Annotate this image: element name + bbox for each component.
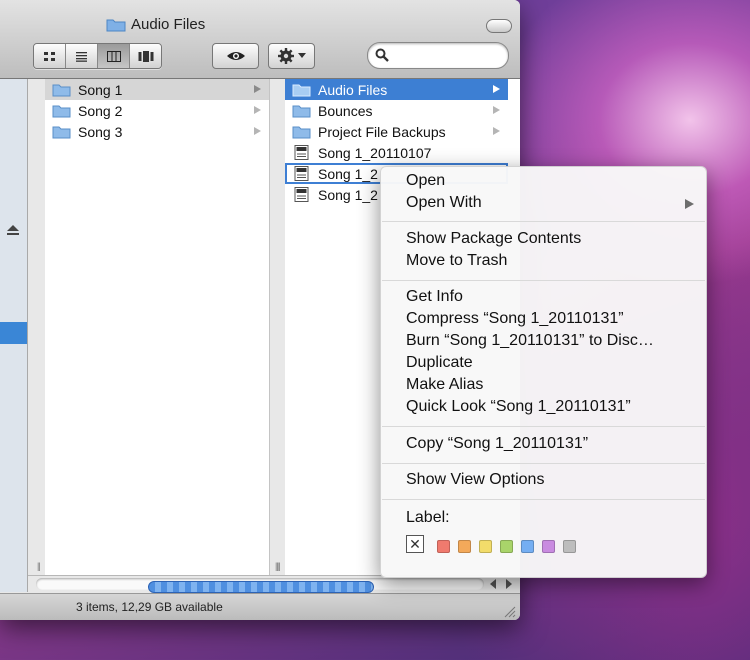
disclosure-arrow-icon: [254, 127, 261, 135]
item-label: Bounces: [318, 102, 373, 119]
folder-icon: [292, 84, 311, 97]
coverflow-icon: [138, 50, 153, 62]
menu-separator: [382, 426, 705, 427]
list-item[interactable]: Project File Backups: [285, 121, 508, 142]
menu-item-open[interactable]: Open: [406, 172, 445, 190]
list-icon: [76, 51, 87, 62]
disclosure-arrow-icon: [493, 127, 500, 135]
eject-icon[interactable]: [6, 224, 20, 236]
menu-item-compress[interactable]: Compress “Song 1_20110131”: [406, 310, 624, 328]
item-label: Project File Backups: [318, 123, 446, 140]
view-switcher: [33, 43, 162, 69]
menu-item-copy[interactable]: Copy “Song 1_20110131”: [406, 435, 588, 453]
item-label: Song 1: [78, 81, 123, 98]
item-label: Song 1_20110107: [318, 144, 432, 161]
list-view-button[interactable]: [66, 44, 98, 68]
label-color-swatch[interactable]: [500, 540, 513, 553]
window-title: Audio Files: [131, 16, 206, 33]
label-color-swatch[interactable]: [521, 540, 534, 553]
eye-icon: [226, 52, 245, 60]
toolbar: Audio Files: [0, 0, 520, 79]
list-item[interactable]: Song 3: [45, 121, 269, 142]
gear-icon: [278, 48, 294, 64]
grid-icon: [44, 51, 55, 61]
scroll-thumb[interactable]: [148, 581, 374, 593]
menu-item-burn[interactable]: Burn “Song 1_20110131” to Disc…: [406, 332, 654, 350]
label-color-swatch[interactable]: [563, 540, 576, 553]
status-bar: 3 items, 12,29 GB available: [0, 593, 520, 620]
item-label: Song 2: [78, 102, 123, 119]
context-menu: Open Open With Show Package Contents Mov…: [380, 166, 707, 578]
resize-grip-icon[interactable]: [504, 606, 516, 618]
search-icon: [375, 48, 389, 62]
disclosure-arrow-icon: [254, 85, 261, 93]
icon-view-button[interactable]: [34, 44, 66, 68]
list-item[interactable]: Song 1_20110107: [285, 142, 508, 163]
folder-icon: [52, 84, 71, 97]
folder-icon: [292, 105, 311, 118]
search-input[interactable]: [394, 47, 503, 64]
menu-item-make-alias[interactable]: Make Alias: [406, 376, 483, 394]
chevron-down-icon: [298, 53, 306, 58]
list-item[interactable]: Song 2: [45, 100, 269, 121]
disclosure-arrow-icon: [493, 106, 500, 114]
menu-item-quick-look[interactable]: Quick Look “Song 1_20110131”: [406, 398, 631, 416]
menu-item-show-package-contents[interactable]: Show Package Contents: [406, 230, 581, 248]
columns-icon: [106, 50, 121, 62]
action-menu-button[interactable]: [268, 43, 315, 69]
label-heading: Label:: [406, 509, 450, 526]
project-file-icon: [294, 187, 309, 202]
project-file-icon: [294, 145, 309, 160]
search-field[interactable]: [367, 42, 509, 69]
quicklook-button[interactable]: [212, 43, 259, 69]
label-color-swatch[interactable]: [479, 540, 492, 553]
scroll-right-arrow-icon[interactable]: [506, 579, 512, 589]
menu-separator: [382, 221, 705, 222]
menu-item-open-with[interactable]: Open With: [406, 194, 482, 212]
item-label: Song 1_2: [318, 186, 378, 203]
coverflow-view-button[interactable]: [130, 44, 161, 68]
item-label: Song 1_2: [318, 165, 378, 182]
label-color-swatch[interactable]: [437, 540, 450, 553]
list-item[interactable]: Song 1: [45, 79, 269, 100]
label-color-swatch[interactable]: [542, 540, 555, 553]
sidebar-item-selected[interactable]: [0, 322, 27, 344]
menu-item-show-view-options[interactable]: Show View Options: [406, 471, 544, 489]
menu-separator: [382, 499, 705, 500]
scroll-left-arrow-icon[interactable]: [490, 579, 496, 589]
folder-icon: [52, 105, 71, 118]
menu-separator: [382, 280, 705, 281]
toolbar-toggle-button[interactable]: [486, 19, 512, 33]
item-label: Audio Files: [318, 81, 388, 98]
menu-item-duplicate[interactable]: Duplicate: [406, 354, 473, 372]
folder-icon: [106, 19, 126, 32]
column-resize-handle[interactable]: ||: [277, 561, 281, 571]
list-item[interactable]: Bounces: [285, 100, 508, 121]
sidebar: [0, 79, 28, 592]
column-resize-handle[interactable]: ||: [37, 561, 41, 571]
column-1: Song 1 Song 2 Song 3 || ||: [37, 79, 279, 575]
status-text: 3 items, 12,29 GB available: [76, 600, 223, 614]
menu-item-get-info[interactable]: Get Info: [406, 288, 463, 306]
item-label: Song 3: [78, 123, 123, 140]
folder-icon: [292, 126, 311, 139]
list-item[interactable]: Audio Files: [285, 79, 508, 100]
label-none-button[interactable]: ✕: [406, 535, 424, 553]
submenu-arrow-icon: [685, 199, 694, 209]
disclosure-arrow-icon: [493, 85, 500, 93]
column-view-button[interactable]: [98, 44, 130, 68]
menu-separator: [382, 463, 705, 464]
label-color-swatch[interactable]: [458, 540, 471, 553]
disclosure-arrow-icon: [254, 106, 261, 114]
folder-icon: [52, 126, 71, 139]
project-file-icon: [294, 166, 309, 181]
scroll-track[interactable]: [36, 578, 484, 593]
menu-item-move-to-trash[interactable]: Move to Trash: [406, 252, 507, 270]
